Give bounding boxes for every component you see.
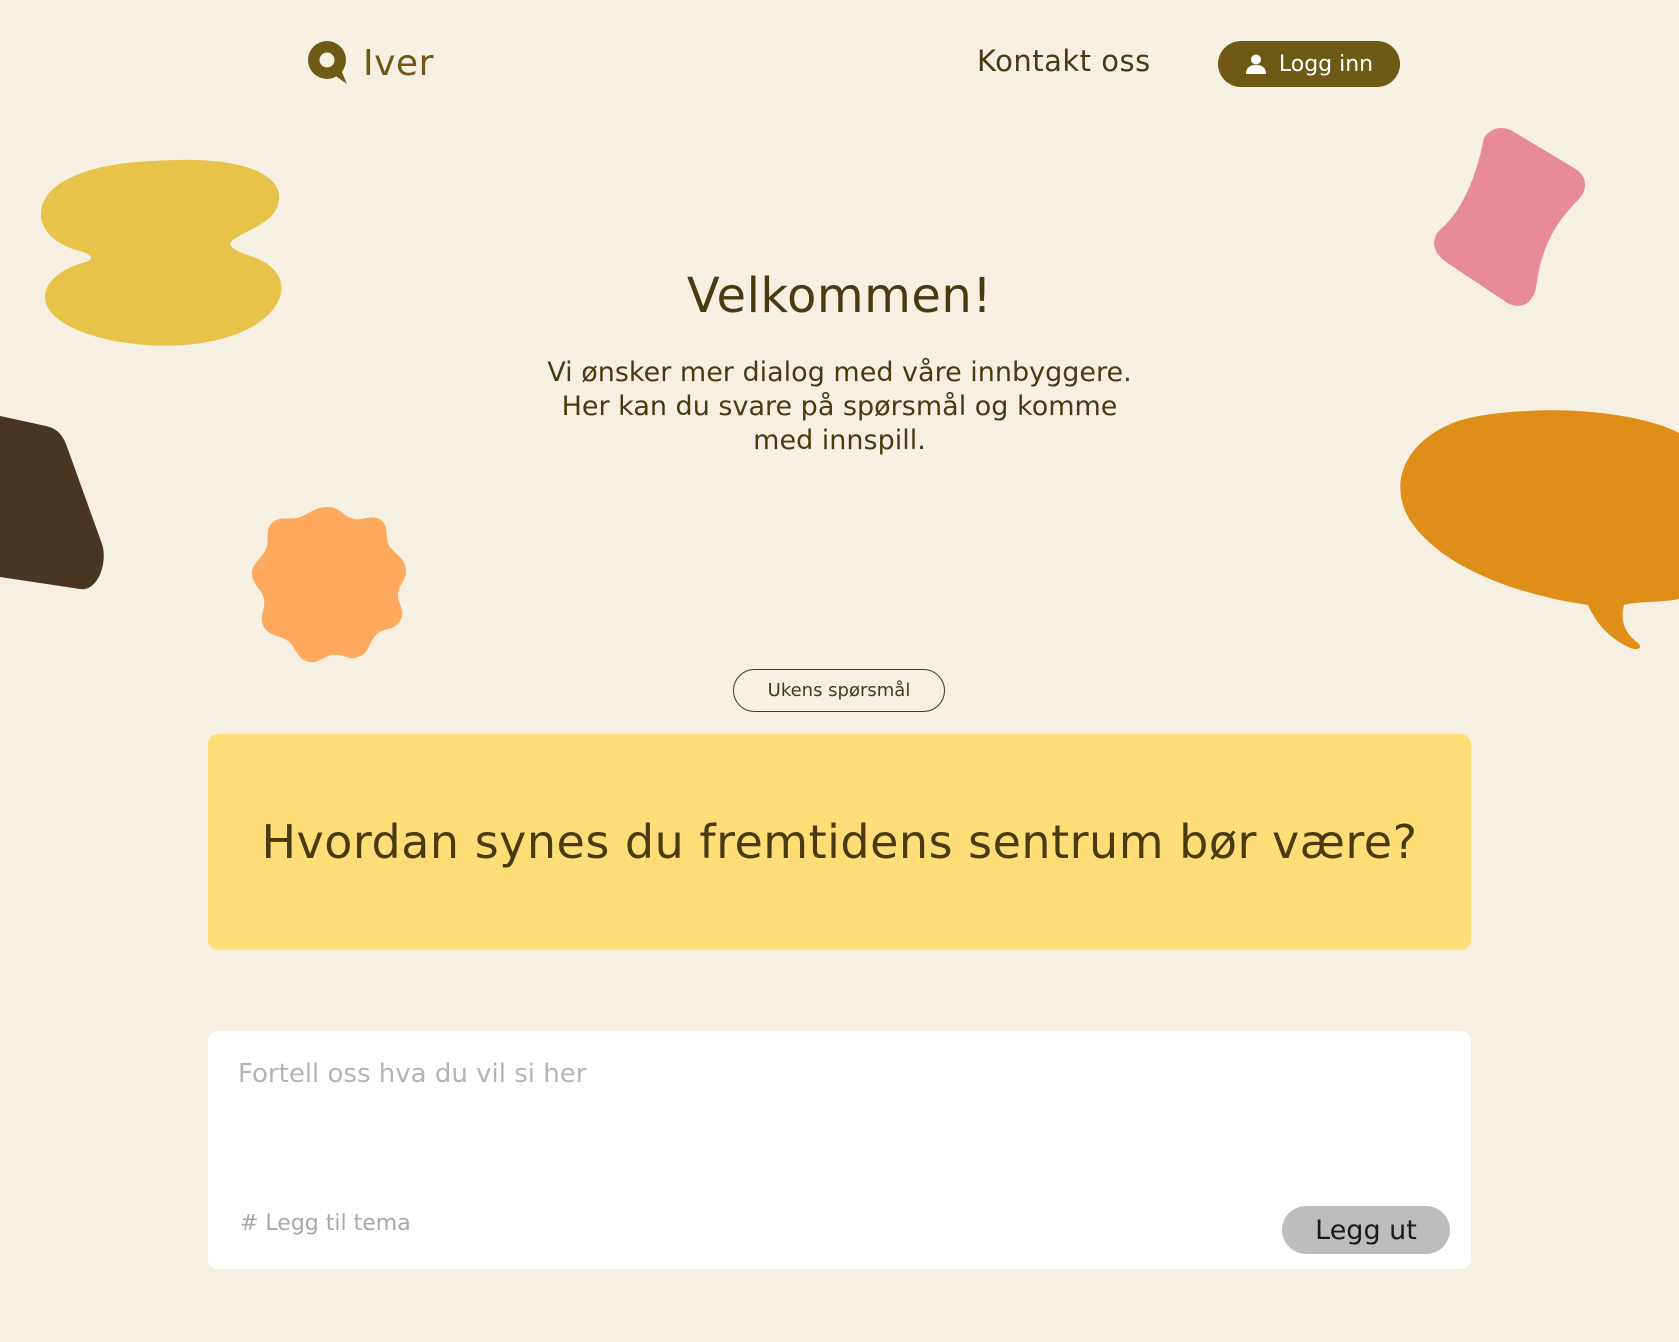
page: Iver Kontakt oss Logg inn Velkommen! Vi … — [0, 0, 1679, 1342]
intro-text: Vi ønsker mer dialog med våre innbyggere… — [500, 356, 1179, 458]
login-button[interactable]: Logg inn — [1218, 41, 1400, 87]
orange-flower-shape — [252, 507, 406, 663]
speech-logo-icon — [308, 41, 347, 84]
intro-line-2: Her kan du svare på spørsmål og komme — [561, 391, 1118, 422]
answer-input[interactable] — [238, 1059, 1438, 1179]
intro-line-3: med innspill. — [753, 425, 926, 456]
logo-text: Iver — [363, 42, 434, 84]
submit-button[interactable]: Legg ut — [1282, 1206, 1450, 1254]
question-card: Hvordan synes du fremtidens sentrum bør … — [208, 734, 1471, 950]
logo-link[interactable]: Iver — [307, 40, 434, 86]
dark-blob-shape — [0, 416, 104, 590]
user-icon — [1245, 54, 1266, 74]
weekly-question-badge: Ukens spørsmål — [733, 669, 945, 712]
login-button-label: Logg inn — [1278, 51, 1374, 77]
add-topic-link[interactable]: # Legg til tema — [240, 1211, 411, 1236]
speech-bubble-shape — [1400, 410, 1679, 649]
intro-line-1: Vi ønsker mer dialog med våre innbyggere… — [547, 357, 1132, 388]
question-text: Hvordan synes du fremtidens sentrum bør … — [261, 815, 1418, 869]
answer-form: # Legg til tema Legg ut — [208, 1031, 1471, 1269]
contact-link[interactable]: Kontakt oss — [977, 44, 1151, 78]
page-title: Velkommen! — [686, 268, 993, 324]
